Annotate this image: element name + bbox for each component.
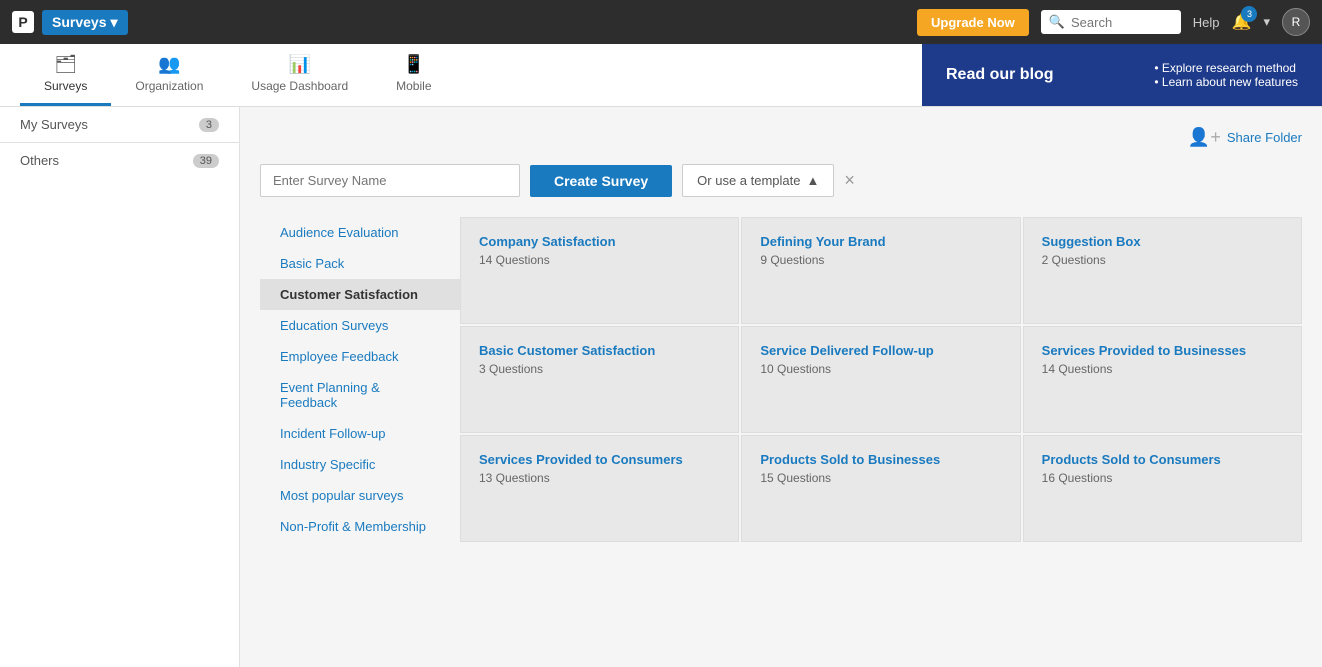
mobile-tab-icon: 📱 — [403, 54, 425, 75]
top-nav: P Surveys ▾ Upgrade Now 🔍 Help 🔔 3 ▾ R — [0, 0, 1322, 44]
my-surveys-label: My Surveys — [20, 117, 88, 132]
nav-left: P Surveys ▾ — [12, 10, 128, 35]
search-box: 🔍 — [1041, 10, 1181, 34]
template-card-products-consumers[interactable]: Products Sold to Consumers 16 Questions — [1023, 435, 1302, 542]
surveys-tab-icon: 🗂 — [54, 54, 77, 75]
logo-icon: P — [12, 11, 34, 33]
tab-surveys-label: Surveys — [44, 79, 87, 93]
category-customer-satisfaction[interactable]: Customer Satisfaction — [260, 279, 460, 310]
my-surveys-count: 3 — [199, 118, 219, 132]
share-folder-icon: 👤+ — [1188, 127, 1221, 148]
sub-nav: 🗂 Surveys 👥 Organization 📊 Usage Dashboa… — [0, 44, 1322, 107]
tab-surveys[interactable]: 🗂 Surveys — [20, 44, 111, 106]
tab-organization-label: Organization — [135, 79, 203, 93]
share-folder-button[interactable]: 👤+ Share Folder — [1188, 127, 1302, 148]
template-sub-service: 10 Questions — [760, 362, 1001, 376]
chevron-down-icon-bell: ▾ — [1263, 14, 1270, 30]
usage-tab-icon: 📊 — [289, 54, 311, 75]
content-header: 👤+ Share Folder — [260, 127, 1302, 148]
survey-name-input[interactable] — [260, 164, 520, 197]
app-logo: P — [12, 11, 34, 33]
others-count: 39 — [193, 154, 219, 168]
category-panel: Audience Evaluation Basic Pack Customer … — [260, 217, 460, 542]
surveys-label: Surveys — [52, 14, 106, 30]
template-title-services-con: Services Provided to Consumers — [479, 452, 720, 467]
main-content: My Surveys 3 Others 39 👤+ Share Folder C… — [0, 107, 1322, 667]
template-card-services-consumers[interactable]: Services Provided to Consumers 13 Questi… — [460, 435, 739, 542]
content-area: 👤+ Share Folder Create Survey Or use a t… — [240, 107, 1322, 667]
close-template-button[interactable]: × — [844, 170, 855, 191]
template-title-company: Company Satisfaction — [479, 234, 720, 249]
template-title-services-biz: Services Provided to Businesses — [1042, 343, 1283, 358]
notification-badge: 3 — [1241, 6, 1257, 22]
template-sub-products-biz: 15 Questions — [760, 471, 1001, 485]
blog-bullets: Explore research method Learn about new … — [1154, 61, 1298, 89]
organization-tab-icon: 👥 — [158, 54, 180, 75]
use-template-button[interactable]: Or use a template ▲ — [682, 164, 834, 197]
template-sub-brand: 9 Questions — [760, 253, 1001, 267]
tab-usage-dashboard[interactable]: 📊 Usage Dashboard — [227, 44, 372, 106]
category-audience[interactable]: Audience Evaluation — [260, 217, 460, 248]
template-card-services-businesses[interactable]: Services Provided to Businesses 14 Quest… — [1023, 326, 1302, 433]
template-card-basic-customer[interactable]: Basic Customer Satisfaction 3 Questions — [460, 326, 739, 433]
blog-title: Read our blog — [946, 66, 1054, 84]
others-label: Others — [20, 153, 59, 168]
template-card-service-delivered[interactable]: Service Delivered Follow-up 10 Questions — [741, 326, 1020, 433]
chevron-up-icon: ▲ — [807, 173, 820, 188]
tab-mobile-label: Mobile — [396, 79, 431, 93]
category-employee[interactable]: Employee Feedback — [260, 341, 460, 372]
share-folder-label: Share Folder — [1227, 130, 1302, 145]
blog-banner[interactable]: Read our blog Explore research method Le… — [922, 44, 1322, 106]
template-card-products-businesses[interactable]: Products Sold to Businesses 15 Questions — [741, 435, 1020, 542]
notifications-button[interactable]: 🔔 3 — [1232, 12, 1252, 32]
sidebar: My Surveys 3 Others 39 — [0, 107, 240, 667]
help-link[interactable]: Help — [1193, 15, 1220, 30]
tab-usage-label: Usage Dashboard — [251, 79, 348, 93]
sidebar-item-others[interactable]: Others 39 — [0, 143, 239, 178]
template-sub-suggestion: 2 Questions — [1042, 253, 1283, 267]
search-input[interactable] — [1071, 15, 1173, 30]
template-title-suggestion: Suggestion Box — [1042, 234, 1283, 249]
category-event[interactable]: Event Planning & Feedback — [260, 372, 460, 418]
template-title-service: Service Delivered Follow-up — [760, 343, 1001, 358]
template-card-defining-brand[interactable]: Defining Your Brand 9 Questions — [741, 217, 1020, 324]
search-icon: 🔍 — [1049, 14, 1065, 30]
create-row: Create Survey Or use a template ▲ × — [260, 164, 1302, 197]
template-card-company-satisfaction[interactable]: Company Satisfaction 14 Questions — [460, 217, 739, 324]
category-nonprofit[interactable]: Non-Profit & Membership — [260, 511, 460, 542]
template-title-products-con: Products Sold to Consumers — [1042, 452, 1283, 467]
create-survey-button[interactable]: Create Survey — [530, 165, 672, 197]
template-grid: Company Satisfaction 14 Questions Defini… — [460, 217, 1302, 542]
category-basic-pack[interactable]: Basic Pack — [260, 248, 460, 279]
template-section: Audience Evaluation Basic Pack Customer … — [260, 217, 1302, 542]
blog-bullet-2: Learn about new features — [1154, 75, 1298, 89]
template-title-brand: Defining Your Brand — [760, 234, 1001, 249]
sidebar-item-my-surveys[interactable]: My Surveys 3 — [0, 107, 239, 142]
upgrade-button[interactable]: Upgrade Now — [917, 9, 1029, 36]
template-title-products-biz: Products Sold to Businesses — [760, 452, 1001, 467]
category-incident[interactable]: Incident Follow-up — [260, 418, 460, 449]
category-industry[interactable]: Industry Specific — [260, 449, 460, 480]
template-sub-services-con: 13 Questions — [479, 471, 720, 485]
tab-mobile[interactable]: 📱 Mobile — [372, 44, 455, 106]
surveys-app-button[interactable]: Surveys ▾ — [42, 10, 128, 35]
blog-bullet-1: Explore research method — [1154, 61, 1298, 75]
template-sub-services-biz: 14 Questions — [1042, 362, 1283, 376]
template-sub-products-con: 16 Questions — [1042, 471, 1283, 485]
template-btn-label: Or use a template — [697, 173, 800, 188]
template-sub-company: 14 Questions — [479, 253, 720, 267]
template-sub-basic: 3 Questions — [479, 362, 720, 376]
chevron-down-icon: ▾ — [110, 14, 117, 31]
category-popular[interactable]: Most popular surveys — [260, 480, 460, 511]
nav-right: Upgrade Now 🔍 Help 🔔 3 ▾ R — [917, 8, 1310, 36]
template-card-suggestion-box[interactable]: Suggestion Box 2 Questions — [1023, 217, 1302, 324]
template-title-basic: Basic Customer Satisfaction — [479, 343, 720, 358]
category-education[interactable]: Education Surveys — [260, 310, 460, 341]
tab-organization[interactable]: 👥 Organization — [111, 44, 227, 106]
user-avatar[interactable]: R — [1282, 8, 1310, 36]
